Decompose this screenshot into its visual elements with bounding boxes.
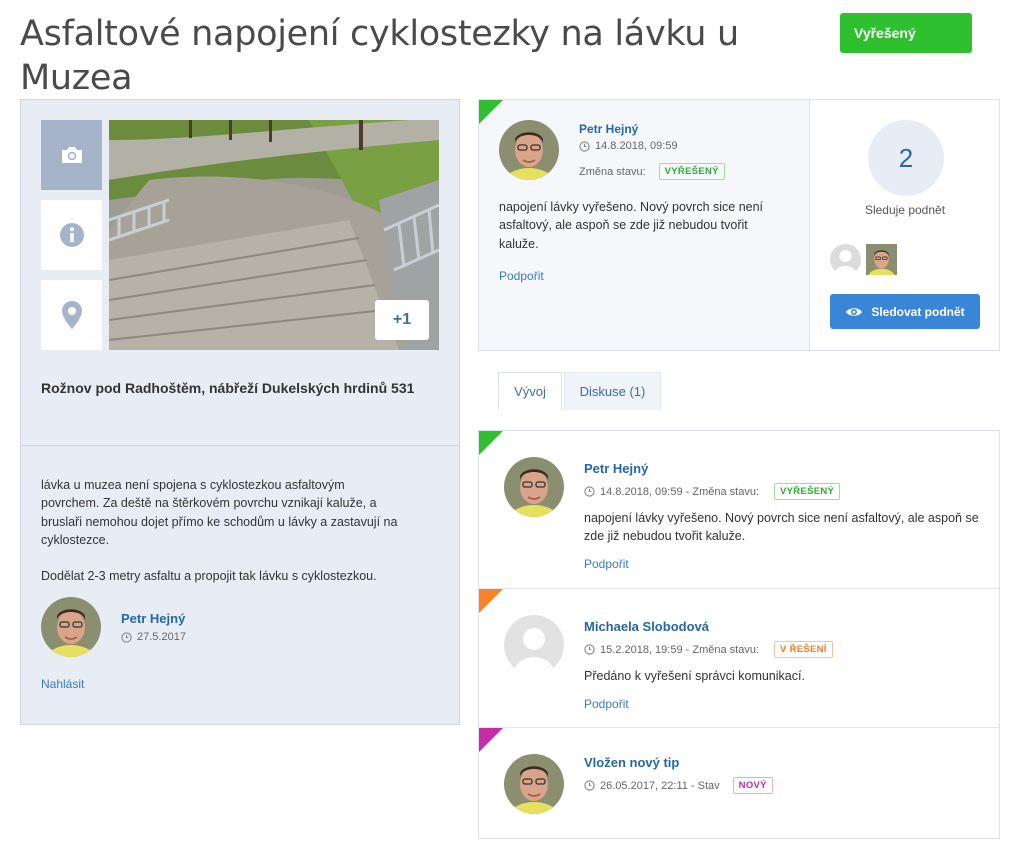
- status-corner: [479, 728, 503, 752]
- clock-icon: [584, 644, 595, 655]
- latest-update-card: Petr Hejný 14.8.2018, 09:59 Změna stavu:…: [478, 99, 1000, 351]
- tab-development[interactable]: Vývoj: [498, 372, 562, 410]
- info-icon: [59, 223, 84, 247]
- author-name[interactable]: Petr Hejný: [121, 611, 185, 626]
- entry-meta: 15.2.2018, 19:59 - Změna stavu: V ŘEŠENÍ: [584, 641, 833, 658]
- status-button[interactable]: Vyřešený: [840, 13, 972, 53]
- tab-info[interactable]: [41, 200, 102, 270]
- status-corner: [479, 100, 503, 124]
- page-title: Asfaltové napojení cyklostezky na lávku …: [20, 14, 739, 98]
- follower-avatar[interactable]: [830, 244, 861, 275]
- author-name[interactable]: Petr Hejný: [579, 122, 638, 136]
- avatar: [504, 457, 564, 517]
- latest-update: Petr Hejný 14.8.2018, 09:59 Změna stavu:…: [479, 100, 809, 350]
- status-change-row: Změna stavu: VYŘEŠENÝ: [579, 163, 725, 180]
- status-change-label: Změna stavu:: [579, 165, 646, 178]
- avatar: [504, 754, 564, 814]
- author-date-row: 27.5.2017: [121, 631, 186, 643]
- timeline-entry: Petr Hejný 14.8.2018, 09:59 - Změna stav…: [479, 431, 999, 589]
- support-link[interactable]: Podpořit: [584, 557, 629, 571]
- author-name[interactable]: Petr Hejný: [584, 461, 648, 476]
- entry-date: 26.05.2017, 22:11 - Stav: [600, 779, 720, 792]
- clock-icon: [584, 486, 595, 497]
- status-corner: [479, 589, 503, 613]
- tab-discussion[interactable]: Diskuse (1): [564, 372, 661, 410]
- author-date: 27.5.2017: [137, 631, 186, 643]
- status-badge: V ŘEŠENÍ: [774, 641, 833, 658]
- entry-meta: 26.05.2017, 22:11 - Stav NOVÝ: [584, 777, 773, 794]
- follow-button-label: Sledovat podnět: [871, 304, 965, 319]
- avatar: [499, 120, 559, 180]
- update-date-row: 14.8.2018, 09:59: [579, 140, 678, 152]
- avatar: [504, 615, 564, 675]
- divider: [21, 445, 459, 446]
- entry-meta: 14.8.2018, 09:59 - Změna stavu: VYŘEŠENÝ: [584, 483, 841, 500]
- status-corner: [479, 431, 503, 455]
- issue-description: lávka u muzea není spojena s cyklostezko…: [41, 476, 401, 603]
- clock-icon: [579, 140, 590, 152]
- status-badge: VYŘEŠENÝ: [658, 163, 725, 180]
- entry-title: Vložen nový tip: [584, 755, 680, 770]
- avatar: [41, 597, 101, 657]
- tab-photos[interactable]: [41, 120, 102, 190]
- update-text: napojení lávky vyřešeno. Nový povrch sic…: [499, 200, 764, 251]
- clock-icon: [584, 780, 595, 791]
- description-paragraph: Dodělat 2-3 metry asfaltu a propojit tak…: [41, 569, 377, 584]
- followers-label: Sleduje podnět: [864, 203, 946, 217]
- followers-panel: 2 Sleduje podnět Sledovat podnět: [809, 100, 999, 350]
- support-link[interactable]: Podpořit: [499, 269, 544, 283]
- entry-text: Předáno k vyřešení správci komunikací.: [584, 669, 805, 683]
- description-paragraph: lávka u muzea není spojena s cyklostezko…: [41, 478, 398, 547]
- timeline-entry: Vložen nový tip 26.05.2017, 22:11 - Stav…: [479, 728, 999, 838]
- map-pin-icon: [61, 301, 82, 329]
- more-photos-button[interactable]: +1: [375, 300, 429, 340]
- follower-avatar[interactable]: [866, 244, 897, 275]
- issue-detail-panel: +1 Rožnov pod Radhoštěm, nábřeží Dukelsk…: [20, 99, 460, 725]
- author-name[interactable]: Michaela Slobodová: [584, 619, 709, 634]
- follow-button[interactable]: Sledovat podnět: [830, 294, 980, 329]
- entry-date: 15.2.2018, 19:59 - Změna stavu:: [600, 643, 759, 656]
- follower-count: 2: [868, 120, 944, 196]
- report-link[interactable]: Nahlásit: [41, 677, 84, 691]
- camera-icon: [61, 147, 82, 163]
- issue-photo[interactable]: +1: [109, 120, 439, 350]
- tab-map[interactable]: [41, 280, 102, 350]
- update-date: 14.8.2018, 09:59: [595, 140, 678, 152]
- timeline-entry: Michaela Slobodová 15.2.2018, 19:59 - Zm…: [479, 589, 999, 728]
- support-link[interactable]: Podpořit: [584, 697, 629, 711]
- clock-icon: [121, 631, 132, 643]
- entry-text: napojení lávky vyřešeno. Nový povrch sic…: [584, 511, 979, 544]
- status-badge: VYŘEŠENÝ: [774, 483, 841, 500]
- status-badge: NOVÝ: [732, 777, 773, 794]
- issue-address: Rožnov pod Radhoštěm, nábřeží Dukelských…: [41, 380, 415, 396]
- entry-date: 14.8.2018, 09:59 - Změna stavu:: [600, 485, 759, 498]
- timeline: Petr Hejný 14.8.2018, 09:59 - Změna stav…: [478, 430, 1000, 839]
- eye-icon: [846, 307, 863, 316]
